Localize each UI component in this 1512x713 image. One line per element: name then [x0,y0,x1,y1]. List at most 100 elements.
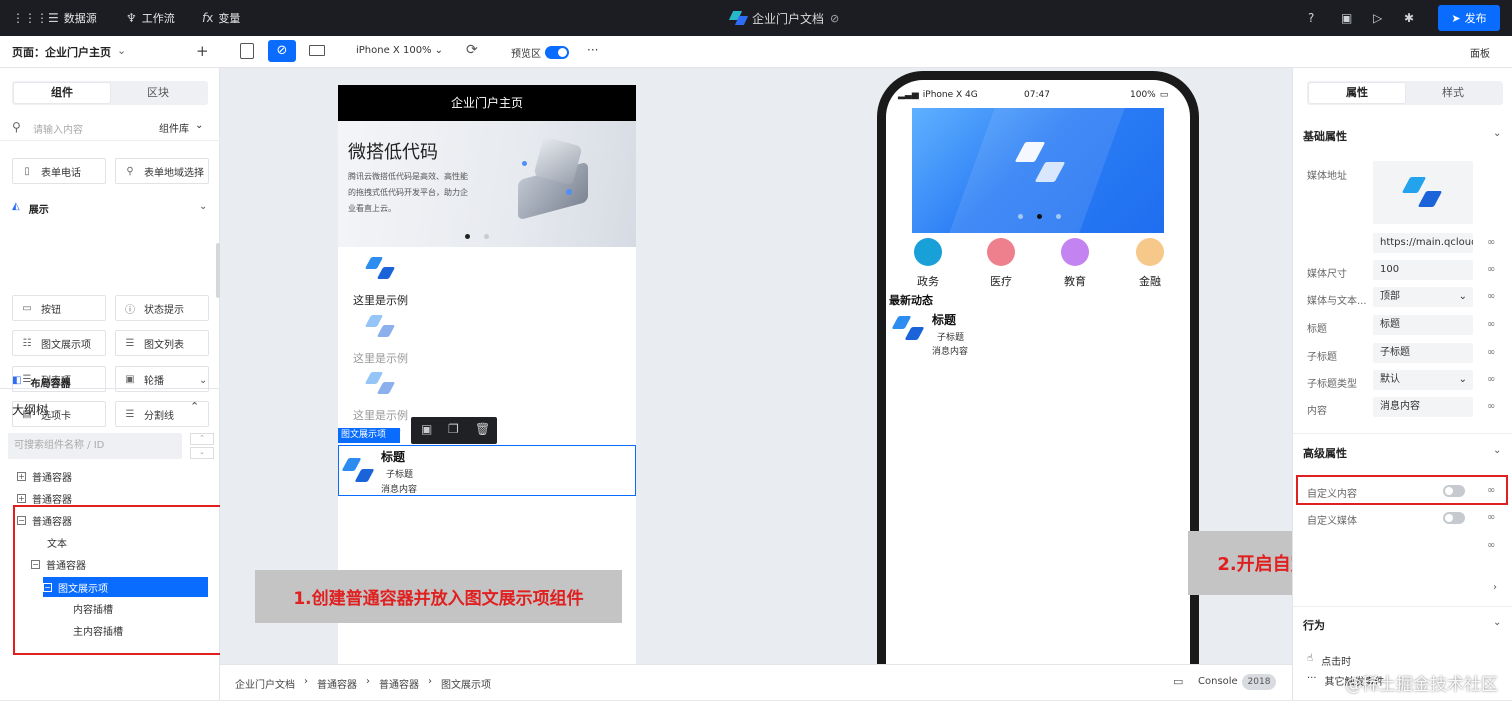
chevron-down-icon[interactable]: ⌄ [1493,128,1501,139]
copy-icon[interactable]: ❐ [448,422,459,436]
media-size-input[interactable]: 100 [1373,260,1473,280]
section-display[interactable]: ◭ 展示 [12,201,49,216]
console-button[interactable]: Console [1198,676,1238,687]
mobile-view-icon[interactable] [240,43,254,59]
banner[interactable]: 微搭低代码 腾讯云微搭低代码是高效、高性能 的拖拽式低代码开发平台，助力企 业看… [338,121,636,247]
component-form-region[interactable]: ⚲ 表单地域选择 [115,158,209,184]
component-action-bar: ▣ ❐ 🗑 [411,417,497,444]
category-icon-finance[interactable] [1136,238,1164,266]
content-label: 内容 [1307,406,1327,417]
component-form-phone[interactable]: ▯ 表单电话 [12,158,106,184]
save-icon[interactable]: ▣ [1341,0,1352,36]
tree-node[interactable]: + 普通容器 [17,466,72,486]
breadcrumb-item[interactable]: 图文展示项 [441,676,491,691]
example-label: 这里是示例 [353,352,408,365]
example-item[interactable] [364,257,396,284]
content-input[interactable]: 消息内容 [1373,397,1473,417]
example-item[interactable] [364,315,396,342]
chevron-down-icon[interactable]: ▾ [396,428,401,438]
selected-component-tag[interactable]: 图文展示项 [338,428,400,443]
bind-icon[interactable]: ∞ [1487,237,1495,248]
responsive-view-icon[interactable]: ⊘ [268,40,296,62]
carousel-dot[interactable] [484,234,489,239]
selected-media-item[interactable]: 标题 子标题 消息内容 [338,445,636,496]
page-selector[interactable]: 页面：企业门户主页 ⌄ [12,44,126,60]
component-button[interactable]: ▭ 按钮 [12,295,106,321]
component-status[interactable]: ⓘ 状态提示 [115,295,209,321]
help-icon[interactable]: ? [1308,0,1314,36]
add-page-icon[interactable]: + [196,42,209,60]
bind-icon[interactable]: ∞ [1487,319,1495,330]
delete-icon[interactable]: 🗑 [475,422,490,436]
tab-styles[interactable]: 样式 [1405,83,1501,103]
expand-icon[interactable]: + [17,493,26,503]
collapse-icon[interactable]: ⌃ [190,400,199,413]
breadcrumb-item[interactable]: 企业门户文档 [235,676,295,691]
subtitle-type-select[interactable]: 默认 ⌄ [1373,370,1473,390]
example-item[interactable] [364,372,396,399]
workflow-icon: ♆ [126,11,137,25]
component-search-input[interactable]: 请输入内容 [33,121,83,136]
watermark: @稀土掘金技术社区 [1345,675,1498,695]
bind-icon[interactable]: ∞ [1487,291,1495,302]
category-icon-medical[interactable] [987,238,1015,266]
event-click[interactable]: ☝ 点击时 [1307,653,1351,668]
desktop-view-icon[interactable] [309,45,325,56]
tab-properties[interactable]: 属性 [1309,83,1405,103]
category-icon-gov[interactable] [914,238,942,266]
breadcrumb-item[interactable]: 普通容器 [317,676,357,691]
chevron-down-icon[interactable]: ⌄ [199,201,207,212]
phone-item-content: 消息内容 [932,347,969,357]
breadcrumb-item[interactable]: 普通容器 [379,676,419,691]
scroll-down-icon[interactable]: ⌄ [190,447,214,459]
console-icon[interactable]: ▭ [1173,675,1183,688]
component-media-item[interactable]: ☷ 图文展示项 [12,330,106,356]
category-label: 金融 [1139,275,1161,288]
carousel-dot[interactable] [1056,214,1061,219]
variable-button[interactable]: fx 变量 [202,0,240,36]
panel-button[interactable]: 面板 [1470,45,1490,60]
workflow-button[interactable]: ♆ 工作流 [126,0,175,36]
carousel-dot-active[interactable] [465,234,470,239]
bind-icon[interactable]: ∞ [1487,540,1495,551]
tab-blocks[interactable]: 区块 [110,83,206,103]
refresh-icon[interactable]: ⟳ [466,42,478,58]
chevron-down-icon[interactable]: ⌄ [1493,445,1501,456]
media-url-input[interactable]: https://main.qcloudim [1373,233,1473,253]
library-selector[interactable]: 组件库 ⌄ [159,120,203,135]
device-selector[interactable]: iPhone X 100% ⌄ [356,45,443,56]
bind-icon[interactable]: ∞ [1487,347,1495,358]
chevron-down-icon[interactable]: ⌄ [199,375,207,386]
scroll-up-icon[interactable]: ⌃ [190,433,214,445]
preview-toggle[interactable] [545,46,569,59]
chevron-right-icon[interactable]: › [1493,582,1497,593]
custom-media-toggle[interactable] [1443,512,1465,524]
save-icon[interactable]: ▣ [421,422,432,436]
chevron-down-icon[interactable]: ⌄ [1493,617,1501,628]
publish-button[interactable]: ➤ 发布 [1438,5,1500,31]
document-title: 企业门户文档 ⊘ [730,0,839,36]
expand-icon[interactable]: + [17,471,26,481]
category-icon-education[interactable] [1061,238,1089,266]
more-options-button[interactable]: ··· [587,43,598,57]
banner-desc-line: 业看直上云。 [348,204,396,213]
carousel-dot[interactable] [1018,214,1023,219]
datasource-button[interactable]: ☰ 数据源 [48,0,97,36]
bind-icon[interactable]: ∞ [1487,374,1495,385]
debug-icon[interactable]: ✱ [1404,0,1414,36]
media-text-select[interactable]: 顶部 ⌄ [1373,287,1473,307]
carousel-dot-active[interactable] [1037,214,1042,219]
tab-components[interactable]: 组件 [14,83,110,103]
apps-icon[interactable]: ⋮⋮⋮ [12,0,48,36]
title-input[interactable]: 标题 [1373,315,1473,335]
media-preview[interactable] [1373,161,1473,224]
play-icon[interactable]: ▷ [1373,0,1382,36]
button-icon: ▭ [22,302,32,314]
bind-icon[interactable]: ∞ [1487,401,1495,412]
phone-banner[interactable] [912,108,1164,233]
component-media-list[interactable]: ☰ 图文列表 [115,330,209,356]
bind-icon[interactable]: ∞ [1487,264,1495,275]
outline-search-input[interactable]: 可搜索组件名称 / ID [8,433,182,459]
bind-icon[interactable]: ∞ [1487,512,1495,523]
subtitle-input[interactable]: 子标题 [1373,343,1473,363]
